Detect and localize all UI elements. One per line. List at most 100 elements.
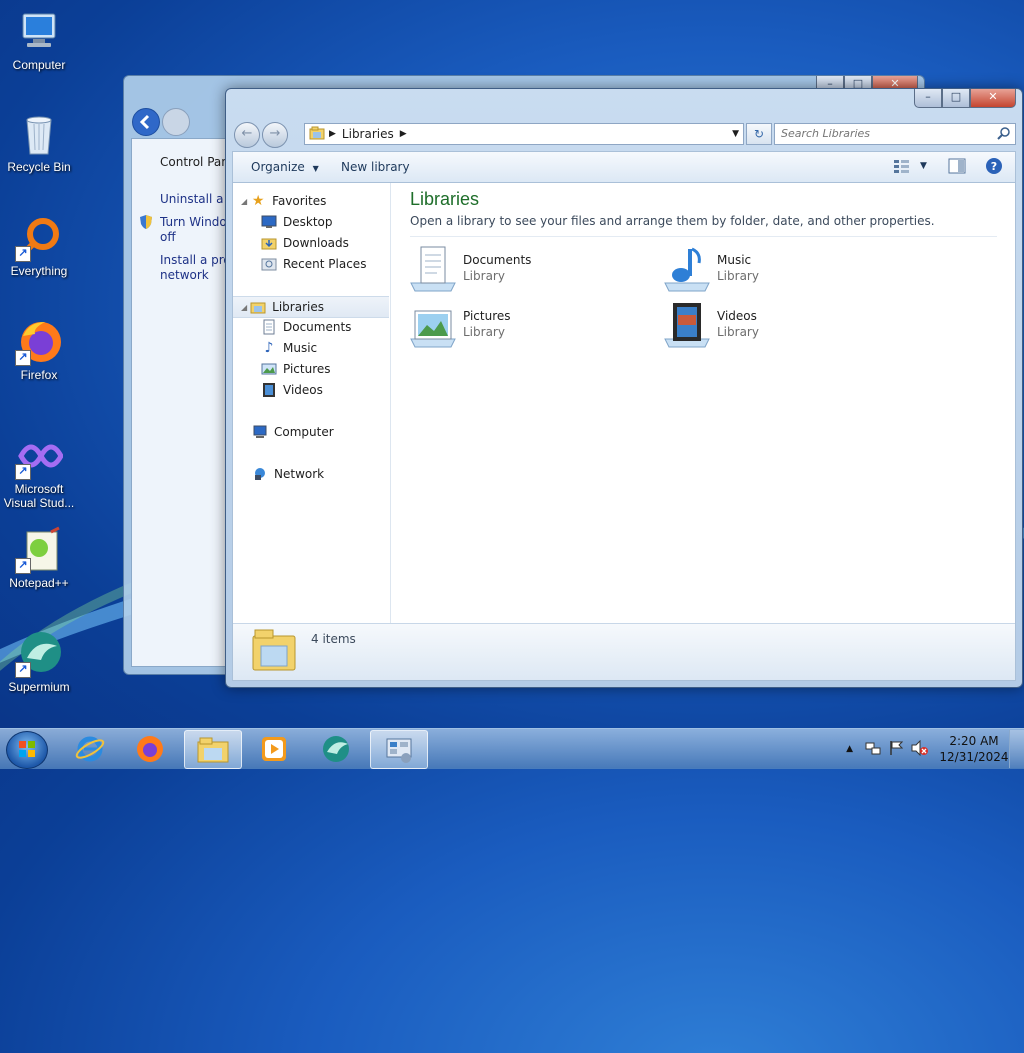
recycle-bin-icon (15, 110, 63, 158)
address-dropdown-icon[interactable]: ▼ (732, 129, 739, 139)
forward-button[interactable] (162, 108, 190, 136)
internet-explorer-icon (75, 736, 105, 761)
address-row: ← → ▶ Libraries ▶ ▼ ↻ (232, 121, 1016, 148)
close-button[interactable]: ✕ (970, 89, 1016, 108)
back-button[interactable]: ← (234, 122, 260, 148)
desktop-icon-firefox[interactable]: ↗ Firefox (2, 318, 76, 382)
maximize-button[interactable]: □ (942, 89, 970, 108)
taskbar-windows-explorer[interactable] (184, 730, 242, 769)
view-options-dropdown-icon[interactable]: ▼ (920, 161, 927, 171)
new-library-button[interactable]: New library (341, 160, 410, 174)
chevron-right-icon[interactable]: ▶ (329, 129, 336, 139)
computer-icon (15, 8, 63, 56)
downloads-folder-icon (261, 235, 277, 251)
navigation-pane[interactable]: ◢ ★ Favorites Desktop Downloads Recent P… (233, 183, 391, 623)
taskbar-media-player[interactable] (246, 730, 302, 767)
preview-pane-button[interactable] (948, 158, 966, 177)
network-icon (252, 466, 268, 482)
shortcut-arrow-icon: ↗ (15, 464, 31, 480)
nav-label: Music (283, 341, 318, 355)
uninstall-link[interactable]: Uninstall a p (160, 191, 230, 207)
library-music[interactable]: Music Library (663, 245, 903, 295)
library-type: Library (717, 269, 759, 283)
library-name: Music (717, 253, 752, 267)
network-status-icon[interactable] (865, 740, 881, 759)
address-bar[interactable]: ▶ Libraries ▶ ▼ (304, 123, 744, 145)
explorer-content: ◢ ★ Favorites Desktop Downloads Recent P… (232, 182, 1016, 681)
minimize-button[interactable]: – (914, 89, 942, 108)
nav-label: Documents (283, 320, 352, 334)
library-pictures[interactable]: Pictures Library (409, 301, 649, 351)
search-input[interactable] (775, 124, 997, 142)
organize-button[interactable]: Organize ▼ (251, 160, 319, 174)
search-icon[interactable] (997, 126, 1011, 143)
collapse-arrow-icon[interactable]: ◢ (241, 197, 247, 206)
turn-windows-features-link[interactable]: Turn Windov (160, 214, 230, 230)
desktop-icon-supermium[interactable]: ↗ Supermium (2, 630, 76, 694)
nav-computer[interactable]: Computer (241, 422, 397, 442)
help-icon[interactable]: ? (985, 157, 1003, 178)
show-hidden-icons-icon[interactable]: ▲ (846, 744, 853, 754)
desktop-icon-notepad-plus-plus[interactable]: ↗ Notepad++ (2, 526, 76, 590)
clock[interactable]: 2:20 AM 12/31/2024 (939, 733, 1009, 765)
window-controls: – □ ✕ (914, 89, 1016, 109)
taskbar-firefox[interactable] (122, 730, 178, 767)
forward-button[interactable]: → (262, 122, 288, 148)
refresh-button[interactable]: ↻ (746, 123, 772, 145)
nav-label: Videos (283, 383, 323, 397)
library-documents[interactable]: Documents Library (409, 245, 649, 295)
videos-library-icon (663, 301, 711, 349)
chevron-right-icon[interactable]: ▶ (400, 129, 407, 139)
action-center-flag-icon[interactable] (889, 740, 904, 759)
supermium-icon: ↗ (15, 630, 63, 678)
install-program-link-cont[interactable]: network (160, 267, 230, 283)
clock-date: 12/31/2024 (939, 750, 1009, 764)
pictures-icon (261, 361, 277, 377)
shield-icon (139, 214, 153, 233)
install-program-link[interactable]: Install a prog (160, 252, 230, 268)
volume-muted-icon[interactable] (911, 739, 929, 759)
libraries-main-pane: Libraries Open a library to see your fil… (391, 183, 1015, 623)
explorer-window[interactable]: – □ ✕ ← → ▶ Libraries ▶ ▼ ↻ Organize ▼ N… (225, 88, 1023, 688)
desktop-icon-computer[interactable]: Computer (2, 8, 76, 72)
search-box[interactable] (774, 123, 1016, 145)
nav-favorites[interactable]: ◢ ★ Favorites (241, 191, 397, 211)
folder-icon (197, 737, 229, 762)
command-bar: Organize ▼ New library ▼ ? (232, 151, 1016, 182)
control-panel-sidebar: Control Pane Uninstall a p Turn Windov o… (132, 139, 232, 666)
desktop-icon-visual-studio[interactable]: ↗ Microsoft Visual Stud... (2, 432, 76, 510)
turn-windows-features-link-cont[interactable]: off (160, 229, 230, 245)
divider (410, 236, 997, 237)
taskbar-internet-explorer[interactable] (62, 730, 118, 767)
shortcut-arrow-icon: ↗ (15, 662, 31, 678)
back-button[interactable] (132, 108, 160, 136)
control-panel-icon (386, 738, 412, 763)
notepad-plus-plus-icon: ↗ (15, 526, 63, 574)
music-icon: ♪ (264, 340, 274, 356)
control-panel-home-link[interactable]: Control Pane (160, 154, 230, 170)
taskbar-control-panel[interactable] (370, 730, 428, 769)
collapse-arrow-icon[interactable]: ◢ (241, 303, 247, 312)
page-title: Libraries (410, 189, 480, 209)
nav-label: Recent Places (283, 257, 367, 271)
show-desktop-button[interactable] (1009, 730, 1024, 768)
nav-label: Network (274, 467, 325, 481)
desktop-icon-label: Notepad++ (9, 576, 69, 590)
nav-libraries[interactable]: ◢ Libraries (233, 296, 389, 318)
shortcut-arrow-icon: ↗ (15, 350, 31, 366)
desktop-icon-recycle-bin[interactable]: Recycle Bin (2, 110, 76, 174)
start-button[interactable] (6, 731, 48, 769)
desktop-icon-label: Recycle Bin (7, 160, 71, 174)
organize-label: Organize (251, 160, 305, 174)
desktop-icon-everything[interactable]: ↗ Everything (2, 214, 76, 278)
library-videos[interactable]: Videos Library (663, 301, 903, 351)
desktop-icon-label: Firefox (20, 368, 58, 382)
change-view-button[interactable] (893, 158, 911, 177)
firefox-icon: ↗ (15, 318, 63, 366)
taskbar-supermium[interactable] (308, 730, 364, 767)
desktop-icon-label: Computer (12, 58, 66, 72)
nav-network[interactable]: Network (241, 464, 397, 484)
nav-label: Favorites (272, 194, 327, 208)
breadcrumb[interactable]: Libraries (342, 127, 394, 141)
taskbar: ▲ 2:20 AM 12/31/2024 (0, 728, 1024, 769)
